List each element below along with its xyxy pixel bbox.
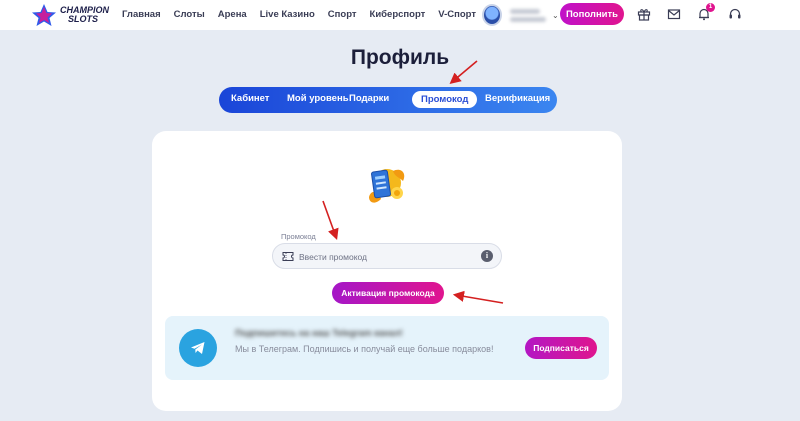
promo-ticket-icon — [369, 169, 405, 203]
user-info-blurred — [510, 6, 550, 25]
activate-promo-button[interactable]: Активация промокода — [332, 282, 444, 304]
tab-verification[interactable]: Верификация — [485, 93, 550, 104]
nav-item-slots[interactable]: Слоты — [174, 9, 205, 20]
telegram-text: Мы в Телеграм. Подпишись и получай еще б… — [235, 344, 494, 354]
chevron-down-icon[interactable]: ⌄ — [552, 11, 559, 20]
gift-icon[interactable] — [637, 7, 651, 21]
promo-field-label: Промокод — [281, 232, 316, 241]
ticket-icon — [282, 252, 294, 261]
nav-item-live-casino[interactable]: Live Казино — [260, 9, 315, 20]
promo-code-input[interactable] — [299, 248, 479, 265]
top-header: CHAMPION SLOTS Главная Слоты Арена Live … — [0, 0, 800, 30]
page-title: Профиль — [350, 46, 450, 69]
tab-gifts[interactable]: Подарки — [349, 93, 389, 104]
logo-text-line2: SLOTS — [68, 14, 99, 24]
star-logo-icon — [32, 4, 56, 26]
telegram-title: Подпишитесь на наш Telegram канал! — [235, 328, 403, 338]
main-nav: Главная Слоты Арена Live Казино Спорт Ки… — [122, 9, 489, 20]
mail-icon[interactable] — [667, 7, 681, 21]
avatar[interactable] — [482, 4, 502, 26]
tab-promocode[interactable]: Промокод — [412, 91, 478, 108]
champion-slots-logo[interactable]: CHAMPION SLOTS — [30, 3, 116, 27]
telegram-subscribe-block: Подпишитесь на наш Telegram канал! Мы в … — [165, 316, 609, 380]
nav-item-main[interactable]: Главная — [122, 9, 161, 20]
telegram-icon — [179, 329, 217, 367]
headset-icon[interactable] — [728, 7, 742, 21]
nav-item-esports[interactable]: Киберспорт — [370, 9, 426, 20]
profile-tabs: Кабинет Мой уровень Подарки Промокод Вер… — [219, 87, 557, 113]
nav-item-arena[interactable]: Арена — [218, 9, 247, 20]
nav-item-vsport[interactable]: V-Спорт — [438, 9, 476, 20]
notification-badge: 1 — [706, 3, 715, 12]
user-menu[interactable]: ⌄ — [482, 4, 559, 26]
tab-cabinet[interactable]: Кабинет — [231, 93, 269, 104]
deposit-button[interactable]: Пополнить — [560, 3, 624, 25]
promo-input-wrapper: i — [272, 243, 502, 269]
info-icon[interactable]: i — [481, 250, 493, 262]
nav-item-sport[interactable]: Спорт — [328, 9, 357, 20]
tab-my-level[interactable]: Мой уровень — [287, 93, 349, 104]
subscribe-button[interactable]: Подписаться — [525, 337, 597, 359]
